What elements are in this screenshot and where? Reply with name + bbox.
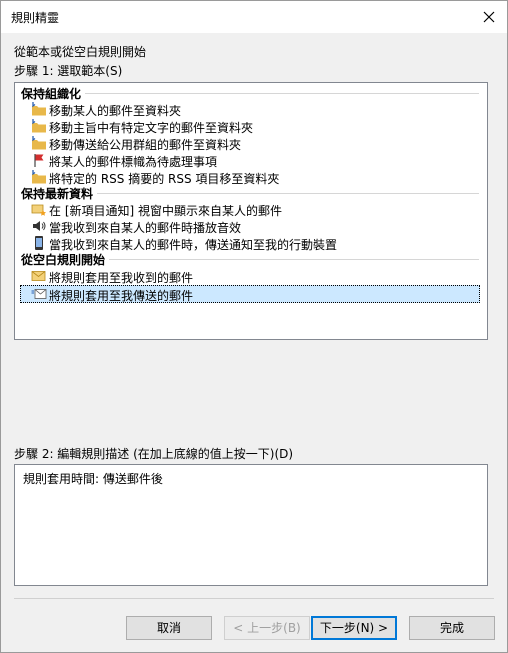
step1-label: 步驟 1: 選取範本(S) [14, 64, 123, 78]
envelope-icon [31, 271, 46, 281]
template-label: 將規則套用至我收到的郵件 [49, 271, 194, 285]
close-button[interactable] [477, 5, 501, 29]
template-list[interactable]: 保持組織化 移動某人的郵件至資料夾 移動主旨中有特定文字的郵件至資料夾 移動傳送… [14, 82, 488, 340]
template-item[interactable]: 移動傳送給公用群組的郵件至資料夾 [21, 135, 479, 152]
template-label: 將某人的郵件標幟為待處理事項 [49, 155, 218, 169]
folder-move-icon [32, 102, 46, 116]
template-item[interactable]: 在 [新項目通知] 視窗中顯示來自某人的郵件 [21, 201, 479, 218]
button-separator [14, 598, 494, 599]
back-button[interactable]: < 上一步(B) [224, 616, 310, 640]
folder-move-icon [32, 119, 46, 133]
template-item[interactable]: 將某人的郵件標幟為待處理事項 [21, 152, 479, 169]
template-item[interactable]: 將特定的 RSS 摘要的 RSS 項目移至資料夾 [21, 169, 479, 186]
new-item-alert-icon [31, 204, 46, 216]
group-header-start-from-blank: 從空白規則開始 [21, 251, 110, 268]
mobile-device-icon [35, 236, 43, 250]
template-label: 移動傳送給公用群組的郵件至資料夾 [49, 138, 242, 152]
finish-button[interactable]: 完成 [409, 616, 495, 640]
next-button[interactable]: 下一步(N) > [311, 616, 397, 640]
template-label: 移動主旨中有特定文字的郵件至資料夾 [49, 121, 254, 135]
speaker-icon [33, 221, 46, 231]
title-bar: 規則精靈 [1, 1, 507, 33]
close-icon [483, 11, 495, 23]
template-item[interactable]: 當我收到來自某人的郵件時播放音效 [21, 218, 479, 235]
group-divider [21, 93, 479, 94]
template-label: 移動某人的郵件至資料夾 [49, 104, 182, 118]
send-envelope-icon [31, 289, 47, 299]
template-label: 在 [新項目通知] 視窗中顯示來自某人的郵件 [49, 204, 282, 218]
template-item[interactable]: 當我收到來自某人的郵件時，傳送通知至我的行動裝置 [21, 235, 479, 252]
rule-description-box[interactable]: 規則套用時間: 傳送郵件後 [14, 464, 488, 586]
template-label: 將規則套用至我傳送的郵件 [49, 289, 194, 303]
template-item[interactable]: 移動某人的郵件至資料夾 [21, 101, 479, 118]
rule-description-text: 規則套用時間: 傳送郵件後 [23, 472, 163, 486]
template-label: 當我收到來自某人的郵件時播放音效 [49, 221, 242, 235]
step2-label: 步驟 2: 編輯規則描述 (在加上底線的值上按一下)(D) [14, 447, 294, 461]
window-title: 規則精靈 [11, 11, 60, 25]
template-item[interactable]: 將規則套用至我收到的郵件 [21, 268, 479, 285]
rules-wizard-dialog: 規則精靈 從範本或從空白規則開始 步驟 1: 選取範本(S) 保持組織化 移動某… [0, 0, 508, 653]
template-item[interactable]: 移動主旨中有特定文字的郵件至資料夾 [21, 118, 479, 135]
flag-icon [34, 154, 44, 167]
template-item-selected[interactable]: 將規則套用至我傳送的郵件 [20, 285, 480, 303]
intro-text: 從範本或從空白規則開始 [14, 45, 147, 59]
folder-move-icon [32, 136, 46, 150]
group-header-stay-organized: 保持組織化 [21, 85, 86, 102]
folder-move-icon [32, 170, 46, 184]
cancel-button[interactable]: 取消 [126, 616, 212, 640]
group-header-stay-up-to-date: 保持最新資料 [21, 185, 98, 202]
